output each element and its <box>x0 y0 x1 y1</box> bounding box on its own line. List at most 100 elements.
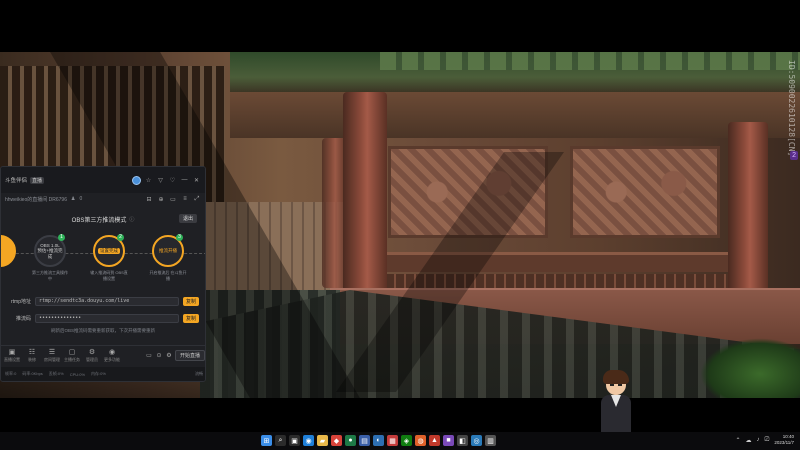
settings-icon[interactable]: ⚙ <box>165 352 173 359</box>
add-icon[interactable]: ⊕ <box>157 196 165 203</box>
tool-decorate[interactable]: ☷ 装修 <box>23 349 41 363</box>
explorer-icon[interactable]: ▰ <box>317 435 328 446</box>
app-grid-icon[interactable]: ▥ <box>485 435 496 446</box>
close-icon[interactable]: ✕ <box>192 177 201 184</box>
step-label: 开启推流后 在斗鱼开播 <box>149 270 187 281</box>
live-settings-icon: ▣ <box>8 348 16 356</box>
status-cpu: CPU:0% <box>69 371 86 377</box>
heart-icon[interactable]: ♡ <box>168 177 177 184</box>
avatar-eye <box>610 384 614 386</box>
minimize-icon[interactable]: — <box>180 177 189 183</box>
pillar-right <box>728 122 768 312</box>
viewer-icon: ♟ <box>70 196 76 202</box>
app-tri-icon[interactable]: ▲ <box>429 435 440 446</box>
stream-code-field[interactable]: •••••••••••••• <box>35 313 179 323</box>
info-icon[interactable]: ⓘ <box>129 216 134 223</box>
rtmp-field[interactable]: rtmp://sendtc3a.douyu.com/live <box>35 296 179 306</box>
search-icon[interactable]: ⌕ <box>275 435 286 446</box>
mode-header: OBS第三方推流模式 ⓘ 退出 <box>1 209 205 229</box>
status-fps: 帧率:0 <box>5 371 17 376</box>
clock-date: 2023/11/7 <box>774 440 794 445</box>
streaming-assistant-panel: 斗鱼伴侣 直播 ☆ ▽ ♡ — ✕ hhweikieo的直播间 DR6796 ♟… <box>0 166 206 382</box>
volume-icon[interactable]: ♪ <box>757 437 760 443</box>
stream-code-row: 推流码 •••••••••••••• 复制 <box>1 311 205 325</box>
tasks-icon: ▢ <box>68 348 76 356</box>
menu-icon[interactable]: ≡ <box>181 196 189 202</box>
step-label: 第三方推流工具操作中 <box>32 270 68 281</box>
status-drop: 丢帧:0% <box>48 371 64 376</box>
step-1: 1 OBS 1.0L 预估+推流完成 第三方推流工具操作中 <box>31 234 69 282</box>
battery-icon[interactable]: ⎚ <box>765 437 770 444</box>
clock[interactable]: 10:40 2023/11/7 <box>774 434 794 446</box>
windows-taskbar: ⊞ ⌕ ▣ ◉ ▰ ◆ ● ▤ ◐ ▦ ◈ ◍ ▲ ■ ◧ ◎ ▥ ⌃ ☁ ♪ ⎚ 10:40 2023/11/… <box>0 432 800 450</box>
streamer-avatar <box>597 370 635 432</box>
app-misc-icon[interactable]: ◧ <box>457 435 468 446</box>
tool-label: 管理员 <box>86 356 98 362</box>
mode-title: OBS第三方推流模式 <box>71 217 127 224</box>
hint-text: 刷新后OBS推流码需要重新获取，下次开播需要重新 <box>50 328 155 333</box>
user-avatar-icon[interactable] <box>132 175 141 185</box>
exit-button[interactable]: 退出 <box>178 214 197 223</box>
room-manage-icon: ☰ <box>48 348 56 356</box>
avatar-eye <box>618 384 622 386</box>
share-icon[interactable]: ⤢ <box>193 196 201 203</box>
chrome-icon[interactable]: ● <box>345 435 356 446</box>
edge-icon[interactable]: ◉ <box>303 435 314 446</box>
tool-label: 装修 <box>28 356 36 362</box>
steam-icon[interactable]: ◐ <box>373 435 384 446</box>
tool-label: 直播设置 <box>4 356 20 362</box>
app-red-icon[interactable]: ◆ <box>331 435 342 446</box>
tool-live-settings[interactable]: ▣ 直播设置 <box>3 349 21 363</box>
screen-share-icon[interactable]: ▭ <box>145 352 153 359</box>
rtmp-row: rtmp地址 rtmp://sendtc3a.douyu.com/live 复制 <box>1 294 205 308</box>
tray-overflow-icon[interactable]: ⌃ <box>735 437 740 444</box>
live-tag: 直播 <box>30 176 45 184</box>
step-circle: 3 推流开播 <box>152 234 184 267</box>
admin-icon: ⚙ <box>88 348 96 356</box>
tool-tasks[interactable]: ▢ 主播任务 <box>63 349 81 363</box>
more-icon: ◉ <box>108 348 116 356</box>
screen-icon[interactable]: ⊟ <box>145 196 153 203</box>
app-game-icon[interactable]: ▦ <box>387 435 398 446</box>
system-tray: ⌃ ☁ ♪ ⎚ 10:40 2023/11/7 <box>735 434 794 446</box>
roof-beam <box>230 92 800 138</box>
room-info-bar: hhweikieo的直播间 DR6796 ♟ 0 ⊟ ⊕ ▭ ≡ ⤢ <box>1 193 205 205</box>
status-quality: 流畅 <box>195 371 203 376</box>
panel-header: 斗鱼伴侣 直播 ☆ ▽ ♡ — ✕ <box>1 167 205 193</box>
decorate-icon: ☷ <box>28 348 36 356</box>
check-icon: ✓ <box>1 248 2 254</box>
start-live-button[interactable]: 开始直播 <box>174 350 205 361</box>
obs-icon[interactable]: ■ <box>443 435 454 446</box>
copy-code-button[interactable]: 复制 <box>182 313 199 323</box>
pillar-left <box>343 92 387 302</box>
network-icon[interactable]: ☁ <box>746 437 752 444</box>
foliage <box>700 338 800 398</box>
dropdown-icon[interactable]: ▽ <box>156 177 165 184</box>
step-circle: ✓ <box>1 235 16 267</box>
step-0: ✓ <box>1 235 19 267</box>
step-title: 设置完成 <box>98 248 120 254</box>
tool-more[interactable]: ◉ 更多功能 <box>103 349 121 363</box>
step-number: 1 <box>58 234 65 241</box>
uid-watermark: ID:5090022610128[CN] <box>787 60 796 157</box>
window-icon[interactable]: ▭ <box>169 196 177 203</box>
roof-tiles <box>380 52 800 70</box>
tool-room-manage[interactable]: ☰ 房间管理 <box>43 349 61 363</box>
status-bar: 帧率:0 码率:0Kbps 丢帧:0% CPU:0% 内存:0% 流畅 <box>1 367 205 381</box>
copy-rtmp-button[interactable]: 复制 <box>182 296 199 306</box>
carved-panel-right <box>570 146 720 238</box>
xbox-icon[interactable]: ◈ <box>401 435 412 446</box>
app-circle-icon[interactable]: ◎ <box>471 435 482 446</box>
app-name: 斗鱼伴侣 <box>5 178 28 184</box>
douyu-icon[interactable]: ◍ <box>415 435 426 446</box>
star-icon[interactable]: ☆ <box>144 177 153 184</box>
step-3: 3 推流开播 开启推流后 在斗鱼开播 <box>149 234 187 282</box>
step-2: 2 设置完成 输入推流码到 OBS直播设置 <box>90 234 128 282</box>
task-view-icon[interactable]: ▣ <box>289 435 300 446</box>
camera-icon[interactable]: ⊙ <box>155 352 163 359</box>
store-icon[interactable]: ▤ <box>359 435 370 446</box>
stream-code-label: 推流码 <box>15 315 31 322</box>
tool-admin[interactable]: ⚙ 管理员 <box>83 349 101 363</box>
step-title-2: 预估+推流完成 <box>37 247 63 259</box>
start-icon[interactable]: ⊞ <box>261 435 272 446</box>
